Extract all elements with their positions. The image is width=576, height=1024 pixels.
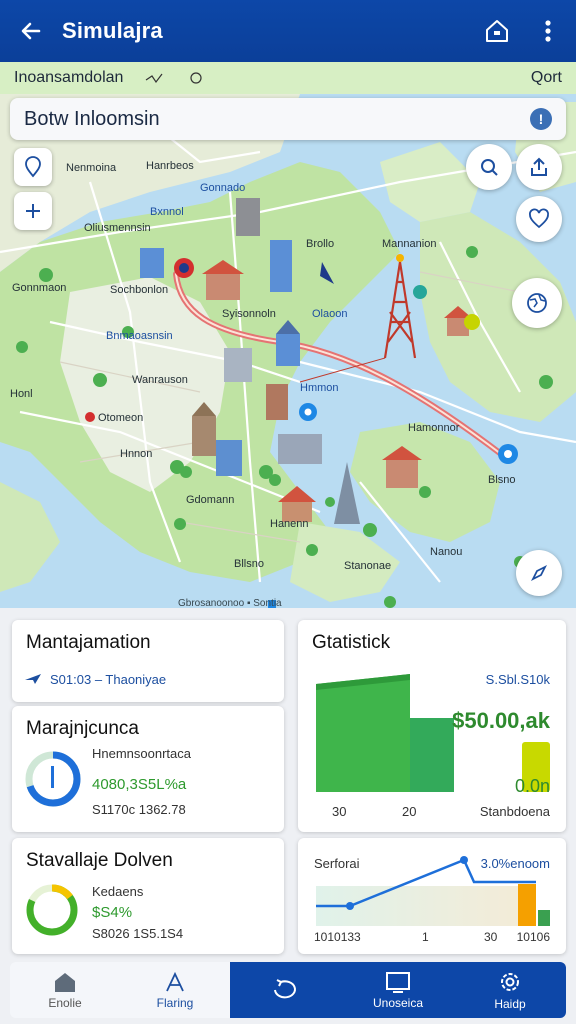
progress-ring: [25, 751, 81, 807]
heart-icon: [529, 208, 549, 229]
map-label: Honl: [10, 388, 33, 400]
map-label: Brollo: [306, 238, 335, 250]
summary-line-1: Kedaens: [92, 884, 144, 899]
app-root: Simulajra Inoansamdolan Qort Botw Inloom…: [0, 0, 576, 1024]
nav-item-help[interactable]: Haidp: [454, 962, 566, 1018]
map-label: Mannanion: [382, 238, 437, 250]
search-input[interactable]: [24, 107, 530, 131]
trend-axis-label: 30: [484, 930, 498, 944]
trend-axis-label: 10106: [516, 930, 550, 944]
top-app-bar: Simulajra: [0, 0, 576, 62]
map-view[interactable]: Inoansamdolan Qort !: [0, 62, 576, 608]
progress-line-2: 4080,3S5L%a: [92, 776, 187, 793]
progress-ring: [26, 884, 78, 936]
progress-line-3: S1170c 1362.78: [92, 802, 186, 817]
navigate-button[interactable]: [516, 550, 562, 596]
map-label: Stanonae: [344, 560, 392, 572]
back-button[interactable]: [0, 0, 62, 62]
card-title: Mantajamation: [26, 632, 151, 653]
stats-axis-label: 20: [402, 804, 417, 819]
plane-icon: [25, 674, 41, 684]
favorite-button[interactable]: [516, 196, 562, 242]
map-label: Syisonnoln: [222, 308, 276, 320]
location-button[interactable]: [14, 148, 52, 186]
refresh-icon: [274, 978, 296, 998]
map-label: Hanenn: [270, 518, 309, 530]
map-label: Wanrauson: [132, 374, 188, 386]
map-label: Otomeon: [98, 412, 144, 424]
stats-axis-label: 30: [332, 804, 347, 819]
map-label: Sochbonlon: [110, 284, 169, 296]
card-title: Gtatistick: [312, 632, 391, 653]
nav-label: Flaring: [156, 995, 194, 1010]
location-label: Inoansamdolan: [14, 69, 124, 86]
map-label: Hamonnor: [408, 422, 460, 434]
map-label: Gdomann: [186, 494, 235, 506]
map-label: Gonnmaon: [12, 282, 67, 294]
summary-line-3: S8026 1S5.1S4: [92, 926, 184, 941]
trend-axis-label: 1: [422, 930, 429, 944]
location-pin-icon: [25, 156, 41, 178]
flag-icon: [166, 971, 184, 991]
map-label: Bxnnol: [150, 206, 184, 218]
page-title: Simulajra: [62, 18, 163, 43]
more-menu-button[interactable]: [528, 0, 568, 62]
search-map-button[interactable]: [466, 144, 512, 190]
share-button[interactable]: [516, 144, 562, 190]
map-label: Hanrbeos: [146, 160, 194, 172]
nav-item-unoseica[interactable]: Unoseica: [342, 962, 454, 1018]
magnifier-icon: [481, 159, 498, 176]
globe-icon: [527, 293, 547, 313]
port-label: Qort: [530, 69, 562, 86]
card-title: Marajnjcunca: [26, 718, 139, 739]
zoom-in-button[interactable]: [14, 192, 52, 230]
layers-button[interactable]: [512, 278, 562, 328]
map-label: Bllsno: [234, 558, 264, 570]
home-icon: [486, 20, 508, 42]
progress-line-1: Hnemnsoonrtaca: [92, 746, 191, 761]
search-bar[interactable]: !: [10, 98, 566, 140]
monitor-icon: [386, 971, 410, 993]
stats-axis-label: Stanbdoena: [479, 804, 550, 819]
card-title: Stavallaje Dolven: [26, 850, 173, 871]
map-label: Bnmaoasnsin: [106, 330, 173, 342]
statistics-card[interactable]: Gtatistick S.Sbl.S10k $50.00,ak 0.0n 30 …: [298, 620, 566, 832]
trend-card[interactable]: Serforai 3.0%enoom 1010133 1 30 10106: [298, 838, 566, 954]
map-label: Nanou: [430, 546, 463, 558]
settings-icon: [501, 972, 519, 991]
map-label: Hnnon: [120, 448, 153, 460]
summary-line-2: $S4%: [92, 904, 133, 921]
bottom-navigation: Enolie Flaring Unoseica Haidp: [10, 962, 566, 1018]
card-value: S01:03 – Thaoniyae: [50, 672, 167, 687]
home-icon: [55, 972, 75, 992]
stats-small-value: 0.0n: [514, 776, 550, 796]
map-label: Gonnado: [200, 182, 246, 194]
map-attribution: Gbrosanoonoo ▪ Sontia: [178, 598, 282, 608]
map-location-strip: Inoansamdolan Qort: [0, 62, 576, 94]
home-button[interactable]: [472, 0, 522, 62]
map-label: Hmmon: [300, 382, 339, 394]
summary-card[interactable]: Stavallaje Dolven Kedaens $S4% S8026 1S5…: [12, 838, 284, 954]
map-label: Oliusmennsin: [84, 222, 151, 234]
progress-card[interactable]: Marajnjcunca Hnemnsoonrtaca 4080,3S5L%a …: [12, 706, 284, 832]
nav-label: Haidp: [494, 996, 526, 1011]
nav-label: Unoseica: [372, 995, 424, 1010]
map-label: Blsno: [488, 474, 516, 486]
nav-item-refresh[interactable]: [230, 962, 342, 1018]
plus-icon: [26, 204, 40, 218]
trend-line-chart: [316, 856, 550, 926]
compass-icon: [530, 564, 548, 582]
more-vertical-icon: [545, 20, 551, 42]
main-info-card[interactable]: Mantajamation S01:03 – Thaoniyae: [12, 620, 284, 702]
stats-big-value: $50.00,ak: [452, 708, 550, 733]
map-label: Nenmoina: [66, 162, 117, 174]
nav-label: Enolie: [48, 995, 82, 1010]
map-label: Olaoon: [312, 308, 348, 320]
info-icon[interactable]: !: [530, 108, 552, 130]
share-icon: [531, 157, 547, 176]
arrow-left-icon: [21, 22, 41, 40]
trend-axis-label: 1010133: [314, 930, 361, 944]
nav-item-flaring[interactable]: Flaring: [120, 962, 230, 1018]
nav-item-home[interactable]: Enolie: [10, 962, 120, 1018]
